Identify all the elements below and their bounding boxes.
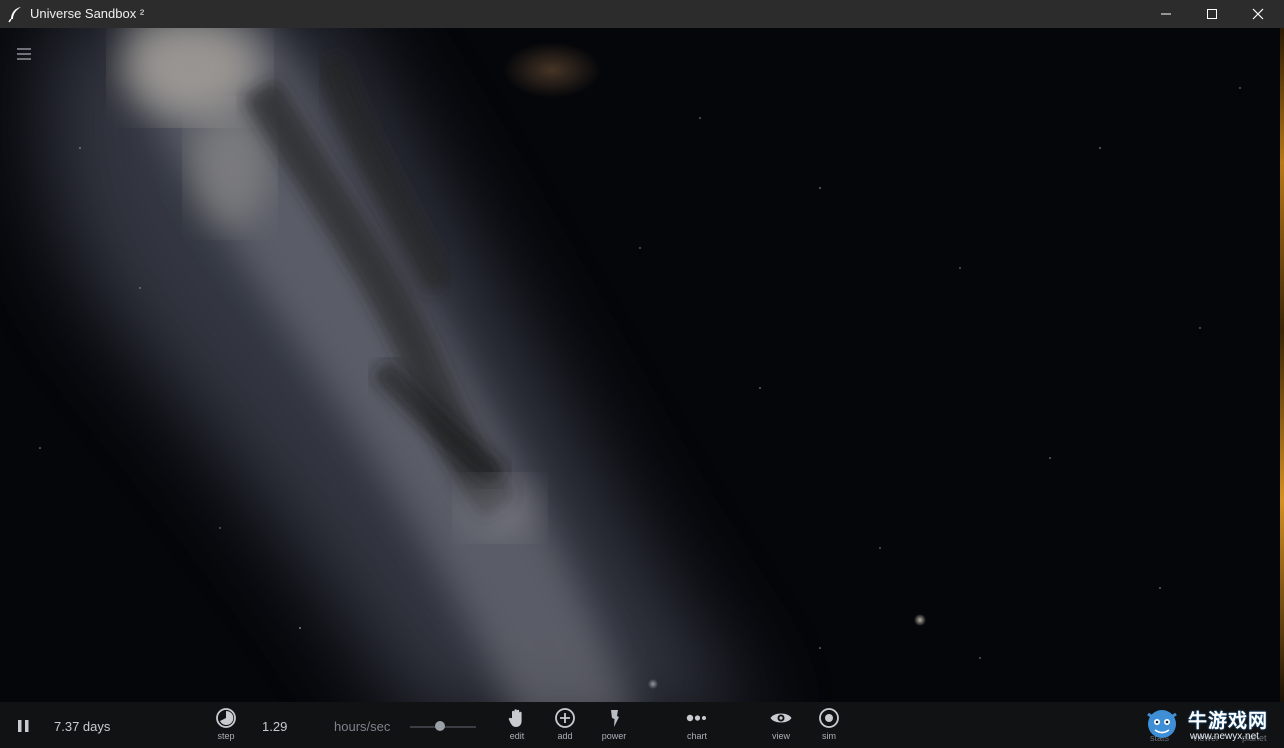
title-bar: Universe Sandbox ² [0, 0, 1284, 28]
maximize-icon [1207, 9, 1217, 19]
hand-icon [508, 709, 522, 727]
space-viewport[interactable] [0, 28, 1280, 702]
view-button[interactable]: view [757, 707, 805, 747]
edit-button[interactable]: edit [493, 707, 541, 747]
milky-way-background [39, 28, 1241, 702]
minimize-button[interactable] [1143, 0, 1189, 28]
close-icon [1252, 8, 1264, 20]
minimize-icon [1161, 13, 1171, 15]
sim-button[interactable]: sim [805, 707, 853, 747]
add-label: add [557, 731, 573, 741]
plus-circle-icon [555, 708, 575, 728]
power-button[interactable]: power [590, 707, 638, 747]
view-label: view [771, 731, 790, 741]
sim-label: sim [822, 731, 836, 741]
time-rate-unit[interactable]: hours/sec [334, 719, 390, 734]
sim-target-icon [819, 708, 839, 728]
time-rate-value[interactable]: 1.29 [262, 719, 287, 734]
chart-dots-icon [686, 714, 706, 722]
power-lightning-icon [611, 710, 619, 727]
bottom-toolbar: 7.37 days step 1.29 hours/sec edit add p… [0, 702, 1284, 748]
step-label: step [217, 731, 235, 741]
chart-label: chart [686, 731, 707, 741]
window-title: Universe Sandbox ² [30, 6, 145, 21]
watermark-text: 牛游戏网 [1188, 711, 1269, 732]
chart-button[interactable]: chart [673, 707, 721, 747]
menu-button[interactable] [14, 44, 34, 64]
simulation-time: 7.37 days [54, 719, 111, 734]
step-icon [216, 708, 236, 728]
watermark-url: www.newyx.net [1190, 731, 1259, 742]
step-button[interactable]: step [202, 707, 250, 747]
close-button[interactable] [1235, 0, 1281, 28]
power-label: power [601, 731, 627, 741]
menu-icon [17, 48, 31, 60]
pause-button[interactable] [14, 717, 34, 735]
pause-icon [18, 720, 29, 732]
background-window-edge [1280, 28, 1284, 702]
time-speed-slider-handle[interactable] [434, 721, 445, 731]
maximize-button[interactable] [1189, 0, 1235, 28]
eye-icon [770, 713, 792, 723]
add-button[interactable]: add [541, 707, 589, 747]
edit-label: edit [509, 731, 525, 741]
app-feather-icon [8, 7, 21, 23]
